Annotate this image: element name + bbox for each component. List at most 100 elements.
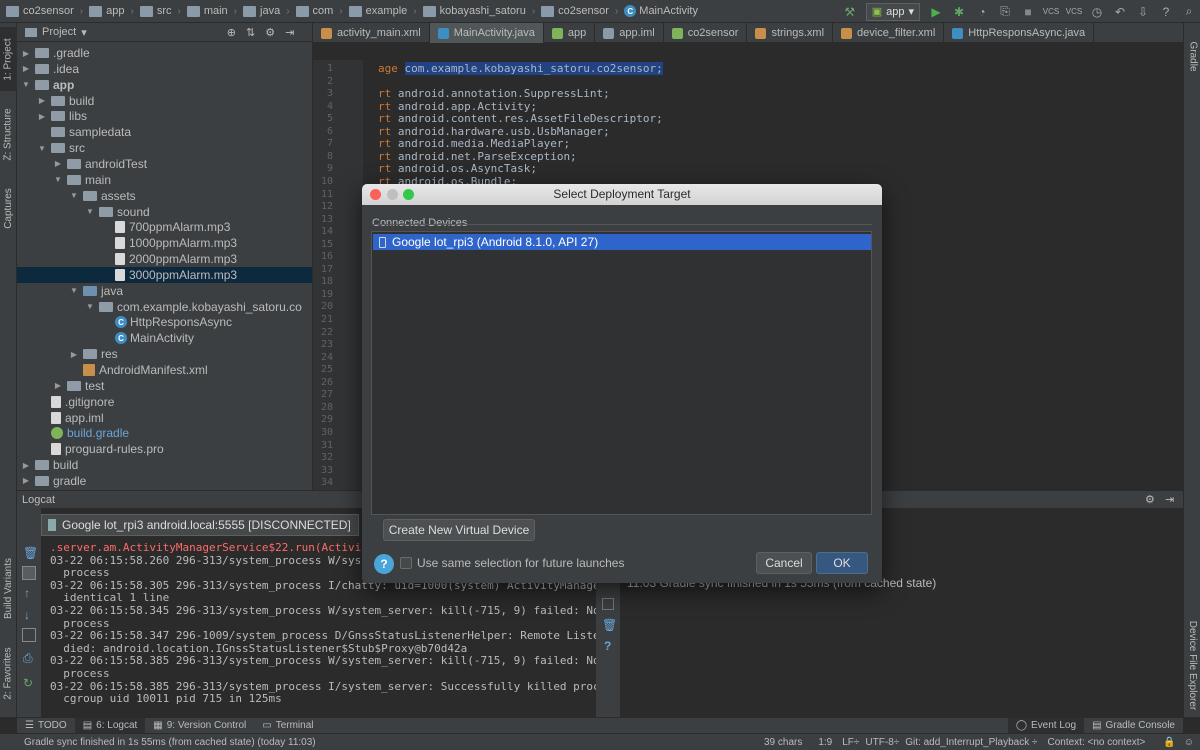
help-icon[interactable]: ? <box>1159 5 1173 19</box>
close-icon[interactable] <box>370 189 381 200</box>
expand-right-icon[interactable]: ▶ <box>53 381 63 390</box>
structure-tool-tab[interactable]: Z: Structure <box>0 95 17 173</box>
tree-item[interactable]: ▼ main <box>17 172 312 188</box>
tree-item[interactable]: ▼ sound <box>17 204 312 220</box>
editor-tab[interactable]: app.iml <box>595 23 664 43</box>
tree-item[interactable]: .gitignore <box>17 394 312 410</box>
tree-item[interactable]: ▶ res <box>17 346 312 362</box>
breadcrumb-item[interactable]: com › <box>295 0 349 23</box>
up-arrow-icon[interactable]: ↑ <box>24 586 30 600</box>
expand-right-icon[interactable]: ▶ <box>37 112 47 121</box>
device-row[interactable]: Google lot_rpi3 (Android 8.1.0, API 27) <box>373 234 871 250</box>
tree-item[interactable]: 1000ppmAlarm.mp3 <box>17 235 312 251</box>
lock-icon[interactable]: 🔒 <box>1163 737 1175 748</box>
expand-right-icon[interactable]: ▶ <box>53 159 63 168</box>
tree-item[interactable]: ▶ build <box>17 457 312 473</box>
gradle-tool-tab[interactable]: Gradle <box>1184 31 1200 81</box>
revert-icon[interactable]: ↶ <box>1113 5 1127 19</box>
editor-tab[interactable]: app <box>544 23 596 43</box>
gear-icon[interactable]: ⚙ <box>265 26 275 39</box>
tree-item[interactable]: AndroidManifest.xml <box>17 362 312 378</box>
tree-item[interactable]: 2000ppmAlarm.mp3 <box>17 251 312 267</box>
editor-tab[interactable]: activity_main.xml <box>313 23 430 43</box>
version-control-tab[interactable]: ▦ 9: Version Control <box>145 718 254 734</box>
terminal-tab[interactable]: ▭ Terminal <box>254 718 321 734</box>
sdk-manager-icon[interactable]: ⇩ <box>1136 5 1150 19</box>
context[interactable]: Context: <no context> <box>1047 737 1145 748</box>
expand-down-icon[interactable]: ▼ <box>69 191 79 200</box>
expand-down-icon[interactable]: ▼ <box>85 302 95 311</box>
editor-tab[interactable]: strings.xml <box>747 23 834 43</box>
build-icon[interactable]: ⚒ <box>843 5 857 19</box>
attach-icon[interactable]: ⎘ <box>998 4 1012 19</box>
tree-item[interactable]: ▼ java <box>17 283 312 299</box>
favorites-tool-tab[interactable]: 2: Favorites <box>0 637 17 709</box>
breadcrumb-item[interactable]: co2sensor › <box>541 0 624 23</box>
trash-icon[interactable]: 🗑 <box>602 618 617 632</box>
tree-item[interactable]: app.iml <box>17 410 312 426</box>
editor-tab[interactable]: HttpResponsAsync.java <box>944 23 1095 43</box>
build-variants-tool-tab[interactable]: Build Variants <box>0 543 17 633</box>
breadcrumb-item[interactable]: co2sensor › <box>6 0 89 23</box>
breadcrumb-item[interactable]: kobayashi_satoru › <box>422 0 542 23</box>
event-icon[interactable]: ☺ <box>1184 737 1194 748</box>
editor-tab[interactable]: MainActivity.java <box>429 23 544 43</box>
tree-item[interactable]: C MainActivity <box>17 330 312 346</box>
hide-icon[interactable]: ⇥ <box>285 26 294 39</box>
profile-icon[interactable]: ◔ <box>975 5 989 19</box>
run-icon[interactable]: ▶ <box>929 5 943 19</box>
breadcrumb-item[interactable]: example › <box>348 0 423 23</box>
debug-icon[interactable]: ✱ <box>952 5 966 19</box>
tree-item[interactable]: ▼ assets <box>17 188 312 204</box>
breadcrumb-item[interactable]: java › <box>243 0 296 23</box>
tree-item[interactable]: 3000ppmAlarm.mp3 <box>17 266 312 283</box>
tree-item[interactable]: ▶ .idea <box>17 61 312 77</box>
scroll-end-icon[interactable] <box>22 566 36 580</box>
editor-tab[interactable]: device_filter.xml <box>833 23 945 43</box>
expand-down-icon[interactable]: ▼ <box>69 286 79 295</box>
logcat-device-selector[interactable]: Google lot_rpi3 android.local:5555 [DISC… <box>41 514 359 536</box>
vcs-commit-icon[interactable]: VCS <box>1066 5 1082 19</box>
expand-right-icon[interactable]: ▶ <box>69 350 79 359</box>
captures-tool-tab[interactable]: Captures <box>0 177 17 239</box>
trash-icon[interactable]: 🗑 <box>23 546 38 560</box>
breadcrumb-item[interactable]: main › <box>186 0 243 23</box>
history-icon[interactable]: ◷ <box>1090 5 1104 19</box>
breadcrumb-item[interactable]: app › <box>89 0 140 23</box>
down-arrow-icon[interactable]: ↓ <box>24 608 30 622</box>
expand-right-icon[interactable]: ▶ <box>21 461 31 470</box>
ok-button[interactable]: OK <box>816 552 868 574</box>
todo-tab[interactable]: ☰ TODO <box>17 718 75 734</box>
run-config-selector[interactable]: ▣ app ▾ <box>865 2 920 21</box>
locate-icon[interactable]: ⊕ <box>227 26 236 39</box>
tree-item[interactable]: ▼ src <box>17 140 312 156</box>
help-icon[interactable]: ? <box>604 639 611 653</box>
collapse-icon[interactable]: ⇅ <box>246 26 255 39</box>
line-separator[interactable]: LF÷ <box>842 737 859 748</box>
expand-right-icon[interactable]: ▶ <box>21 64 31 73</box>
help-icon[interactable]: ? <box>374 554 394 574</box>
zoom-icon[interactable] <box>403 189 414 200</box>
tree-item[interactable]: ▶ test <box>17 378 312 394</box>
tree-item[interactable]: ▼ app <box>17 77 312 93</box>
logcat-tab[interactable]: ▤ 6: Logcat <box>74 717 146 734</box>
search-icon[interactable]: ⌕ <box>1182 4 1196 19</box>
expand-down-icon[interactable]: ▼ <box>37 144 47 153</box>
encoding[interactable]: UTF-8÷ <box>865 737 899 748</box>
expand-down-icon[interactable]: ▼ <box>53 175 63 184</box>
tree-item[interactable]: build.gradle <box>17 425 312 441</box>
expand-down-icon[interactable]: ▼ <box>85 207 95 216</box>
git-branch[interactable]: Git: add_Interrupt_Playback ÷ <box>905 737 1037 748</box>
stop-icon[interactable]: ■ <box>1021 5 1035 19</box>
project-panel-header[interactable]: Project ▾ ⊕ ⇅ ⚙ ⇥ <box>17 23 312 42</box>
cursor-position[interactable]: 1:9 <box>818 737 832 748</box>
minimize-icon[interactable] <box>387 189 398 200</box>
project-tool-tab[interactable]: 1: Project <box>0 27 17 91</box>
tree-item[interactable]: sampledata <box>17 124 312 140</box>
expand-down-icon[interactable]: ▼ <box>21 80 31 89</box>
expand-right-icon[interactable]: ▶ <box>21 476 31 485</box>
expand-right-icon[interactable]: ▶ <box>21 49 31 58</box>
device-file-explorer-tab[interactable]: Device File Explorer <box>1184 613 1200 717</box>
tree-item[interactable]: ▶ build <box>17 93 312 109</box>
breadcrumb-item[interactable]: C MainActivity <box>624 0 698 23</box>
